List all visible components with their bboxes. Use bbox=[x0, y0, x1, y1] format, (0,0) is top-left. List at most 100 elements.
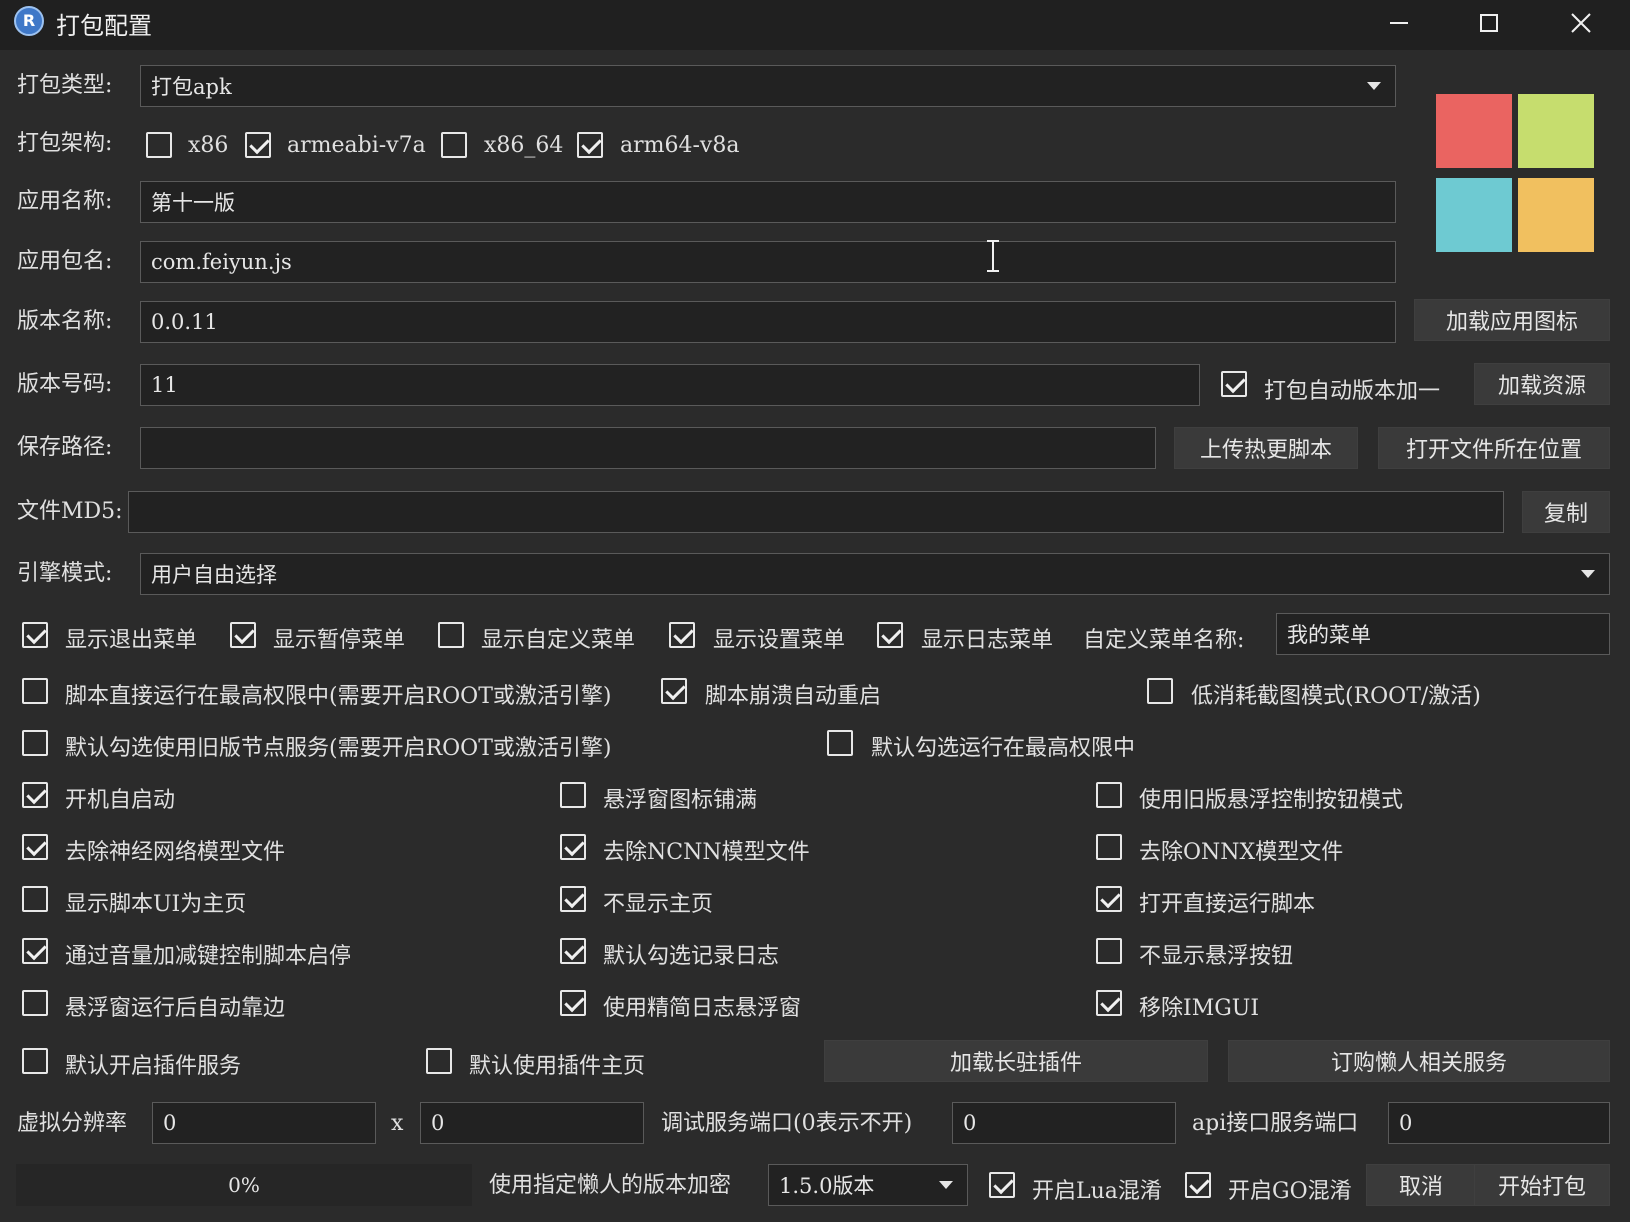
chevron-down-icon bbox=[939, 1181, 953, 1189]
debug-port-label: 调试服务端口(0表示不开) bbox=[661, 1111, 913, 1136]
go-obfuscation-checkbox[interactable] bbox=[1185, 1172, 1211, 1198]
option-checkbox[interactable] bbox=[22, 886, 48, 912]
order-service-button[interactable]: 订购懒人相关服务 bbox=[1228, 1040, 1610, 1082]
option-label: 去除NCNN模型文件 bbox=[603, 840, 810, 865]
resolution-separator: x bbox=[391, 1111, 404, 1136]
option-checkbox[interactable] bbox=[560, 990, 586, 1016]
app-name-input[interactable]: 第十一版 bbox=[140, 181, 1396, 223]
option-checkbox[interactable] bbox=[1096, 990, 1122, 1016]
option-checkbox[interactable] bbox=[560, 938, 586, 964]
lua-obfuscation-checkbox[interactable] bbox=[989, 1172, 1015, 1198]
close-icon bbox=[1571, 13, 1591, 33]
chevron-down-icon bbox=[1367, 82, 1381, 90]
start-pack-button[interactable]: 开始打包 bbox=[1474, 1164, 1610, 1206]
resolution-height-input[interactable]: 0 bbox=[420, 1102, 644, 1144]
low-cost-screenshot-checkbox[interactable] bbox=[1147, 678, 1173, 704]
version-code-label: 版本号码: bbox=[17, 372, 113, 397]
title-bar: R 打包配置 bbox=[0, 0, 1630, 50]
window-title: 打包配置 bbox=[56, 12, 152, 40]
show-settings-menu-checkbox[interactable] bbox=[669, 622, 695, 648]
upload-hot-script-button[interactable]: 上传热更脚本 bbox=[1174, 427, 1358, 469]
option-label: 去除神经网络模型文件 bbox=[65, 840, 286, 865]
encrypt-version-select[interactable]: 1.5.0版本 bbox=[768, 1164, 968, 1206]
package-name-input[interactable]: com.feiyun.js bbox=[140, 241, 1396, 283]
pack-type-select[interactable]: 打包apk bbox=[140, 65, 1396, 107]
option-checkbox[interactable] bbox=[22, 782, 48, 808]
pack-type-value: 打包apk bbox=[151, 75, 232, 99]
arch-x86-label: x86 bbox=[188, 133, 229, 158]
option-label: 打开直接运行脚本 bbox=[1139, 892, 1316, 917]
lua-obfuscation-label: 开启Lua混淆 bbox=[1032, 1179, 1162, 1204]
option-label: 开机自启动 bbox=[65, 788, 176, 813]
copy-button[interactable]: 复制 bbox=[1522, 491, 1610, 533]
plugin-service-label: 默认开启插件服务 bbox=[65, 1054, 242, 1079]
default-root-checkbox[interactable] bbox=[827, 730, 853, 756]
load-icon-button[interactable]: 加载应用图标 bbox=[1414, 299, 1610, 341]
arch-arm64-checkbox[interactable] bbox=[577, 132, 603, 158]
show-pause-menu-checkbox[interactable] bbox=[230, 622, 256, 648]
debug-port-input[interactable]: 0 bbox=[952, 1102, 1176, 1144]
root-run-label: 脚本直接运行在最高权限中(需要开启ROOT或激活引擎) bbox=[65, 684, 612, 709]
save-path-input[interactable] bbox=[140, 427, 1156, 469]
option-checkbox[interactable] bbox=[1096, 886, 1122, 912]
root-run-checkbox[interactable] bbox=[22, 678, 48, 704]
maximize-button[interactable] bbox=[1444, 0, 1534, 46]
app-icon-tile-red bbox=[1436, 94, 1512, 168]
auto-increment-checkbox[interactable] bbox=[1221, 371, 1247, 397]
virtual-resolution-label: 虚拟分辨率 bbox=[17, 1111, 128, 1136]
option-label: 默认勾选记录日志 bbox=[603, 944, 780, 969]
option-checkbox[interactable] bbox=[22, 938, 48, 964]
old-node-service-checkbox[interactable] bbox=[22, 730, 48, 756]
option-checkbox[interactable] bbox=[560, 834, 586, 860]
option-label: 使用精简日志悬浮窗 bbox=[603, 996, 802, 1021]
progress-bar: 0% bbox=[16, 1164, 472, 1206]
cancel-button[interactable]: 取消 bbox=[1366, 1164, 1476, 1206]
option-checkbox[interactable] bbox=[22, 990, 48, 1016]
engine-mode-label: 引擎模式: bbox=[17, 561, 113, 586]
option-checkbox[interactable] bbox=[560, 886, 586, 912]
open-file-location-button[interactable]: 打开文件所在位置 bbox=[1378, 427, 1610, 469]
close-button[interactable] bbox=[1536, 0, 1626, 46]
minimize-icon bbox=[1390, 22, 1408, 24]
load-resource-button[interactable]: 加载资源 bbox=[1474, 363, 1610, 405]
option-checkbox[interactable] bbox=[1096, 782, 1122, 808]
option-checkbox[interactable] bbox=[560, 782, 586, 808]
arch-arm64-label: arm64-v8a bbox=[620, 133, 740, 158]
api-port-input[interactable]: 0 bbox=[1388, 1102, 1610, 1144]
resolution-width-input[interactable]: 0 bbox=[152, 1102, 376, 1144]
version-code-input[interactable]: 11 bbox=[140, 364, 1200, 406]
option-label: 使用旧版悬浮控制按钮模式 bbox=[1139, 788, 1404, 813]
auto-increment-label: 打包自动版本加一 bbox=[1264, 379, 1441, 404]
crash-restart-label: 脚本崩溃自动重启 bbox=[705, 684, 882, 709]
crash-restart-checkbox[interactable] bbox=[661, 678, 687, 704]
plugin-home-checkbox[interactable] bbox=[426, 1048, 452, 1074]
show-pause-menu-label: 显示暂停菜单 bbox=[273, 628, 406, 653]
arch-label: 打包架构: bbox=[17, 131, 113, 156]
file-md5-input[interactable] bbox=[128, 491, 1504, 533]
show-log-menu-checkbox[interactable] bbox=[877, 622, 903, 648]
encrypt-version-label: 使用指定懒人的版本加密 bbox=[489, 1173, 732, 1198]
option-checkbox[interactable] bbox=[1096, 834, 1122, 860]
pack-type-label: 打包类型: bbox=[17, 73, 113, 98]
arch-armeabi-checkbox[interactable] bbox=[245, 132, 271, 158]
show-exit-menu-checkbox[interactable] bbox=[22, 622, 48, 648]
maximize-icon bbox=[1480, 14, 1498, 32]
app-icon-tile-green bbox=[1518, 94, 1594, 168]
custom-menu-name-input[interactable]: 我的菜单 bbox=[1276, 613, 1610, 655]
old-node-service-label: 默认勾选使用旧版节点服务(需要开启ROOT或激活引擎) bbox=[65, 736, 612, 761]
arch-x86-64-checkbox[interactable] bbox=[441, 132, 467, 158]
option-checkbox[interactable] bbox=[22, 834, 48, 860]
file-md5-label: 文件MD5: bbox=[17, 499, 123, 524]
plugin-service-checkbox[interactable] bbox=[22, 1048, 48, 1074]
progress-text: 0% bbox=[228, 1173, 260, 1197]
engine-mode-select[interactable]: 用户自由选择 bbox=[140, 553, 1610, 595]
show-log-menu-label: 显示日志菜单 bbox=[921, 628, 1054, 653]
option-label: 通过音量加减键控制脚本启停 bbox=[65, 944, 352, 969]
arch-x86-checkbox[interactable] bbox=[146, 132, 172, 158]
minimize-button[interactable] bbox=[1354, 0, 1444, 46]
version-name-input[interactable]: 0.0.11 bbox=[140, 301, 1396, 343]
version-name-label: 版本名称: bbox=[17, 309, 113, 334]
load-plugin-button[interactable]: 加载长驻插件 bbox=[824, 1040, 1208, 1082]
option-checkbox[interactable] bbox=[1096, 938, 1122, 964]
show-custom-menu-checkbox[interactable] bbox=[438, 622, 464, 648]
